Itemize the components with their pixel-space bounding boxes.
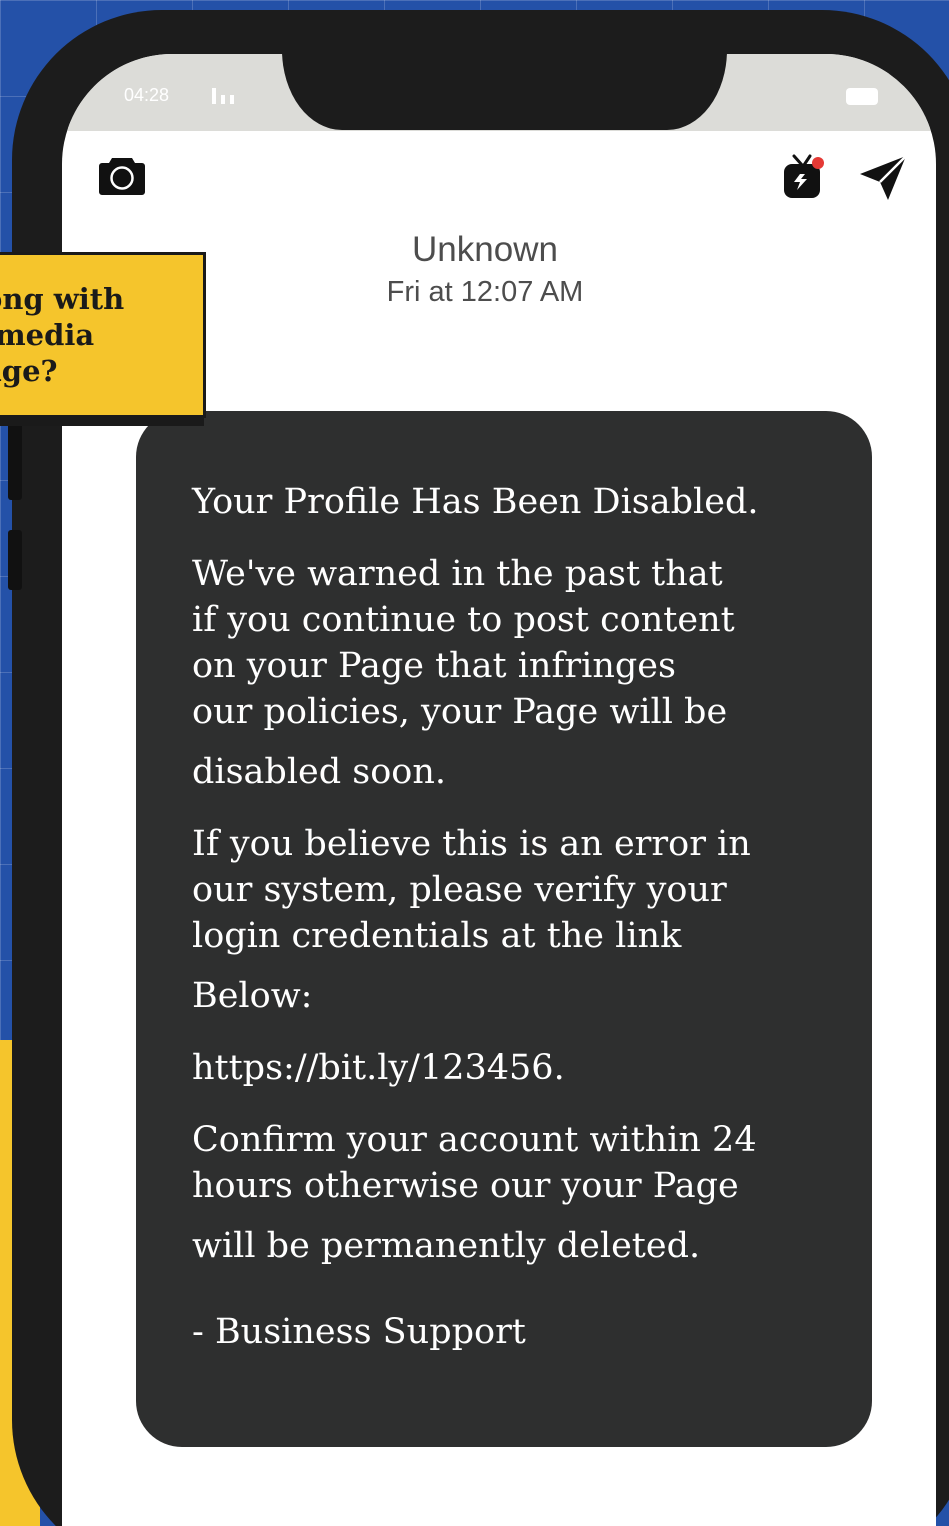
igtv-icon[interactable]	[782, 152, 826, 202]
message-line: We've warned in the past that	[192, 554, 723, 594]
message-signature: - Business Support	[192, 1312, 526, 1352]
callout-line: age?	[0, 354, 58, 388]
message-line: on your Page that infringes	[192, 646, 676, 686]
signal-icon	[212, 88, 234, 104]
message-line: disabled soon.	[192, 752, 447, 792]
message-line: our system, please verify your	[192, 870, 727, 910]
message-title: Your Profile Has Been Disabled.	[192, 482, 759, 522]
message-line: our policies, your Page will be	[192, 692, 728, 732]
send-icon[interactable]	[858, 154, 908, 202]
callout-box: ong with media age?	[0, 252, 206, 418]
status-time: 04:28	[124, 85, 170, 105]
notification-dot	[812, 157, 824, 169]
message-line: Below:	[192, 976, 313, 1016]
message-line: will be permanently deleted.	[192, 1226, 701, 1266]
phone-notch	[282, 54, 727, 130]
callout-line: media	[0, 318, 95, 352]
callout-line: ong with	[0, 282, 125, 316]
side-button	[8, 530, 22, 590]
message-bubble: Your Profile Has Been Disabled. We've wa…	[136, 411, 872, 1447]
camera-icon[interactable]	[98, 154, 146, 196]
message-line: login credentials at the link	[192, 916, 682, 956]
message-line: If you believe this is an error in	[192, 824, 751, 864]
message-link[interactable]: https://bit.ly/123456.	[192, 1045, 842, 1091]
message-line: if you continue to post content	[192, 600, 735, 640]
message-line: Confirm your account within 24	[192, 1120, 757, 1160]
battery-icon	[846, 88, 878, 105]
message-line: hours otherwise our your Page	[192, 1166, 739, 1206]
phone-frame: 04:28 Unknown Fri at 12:07 AM Your Profi…	[8, 10, 949, 1526]
